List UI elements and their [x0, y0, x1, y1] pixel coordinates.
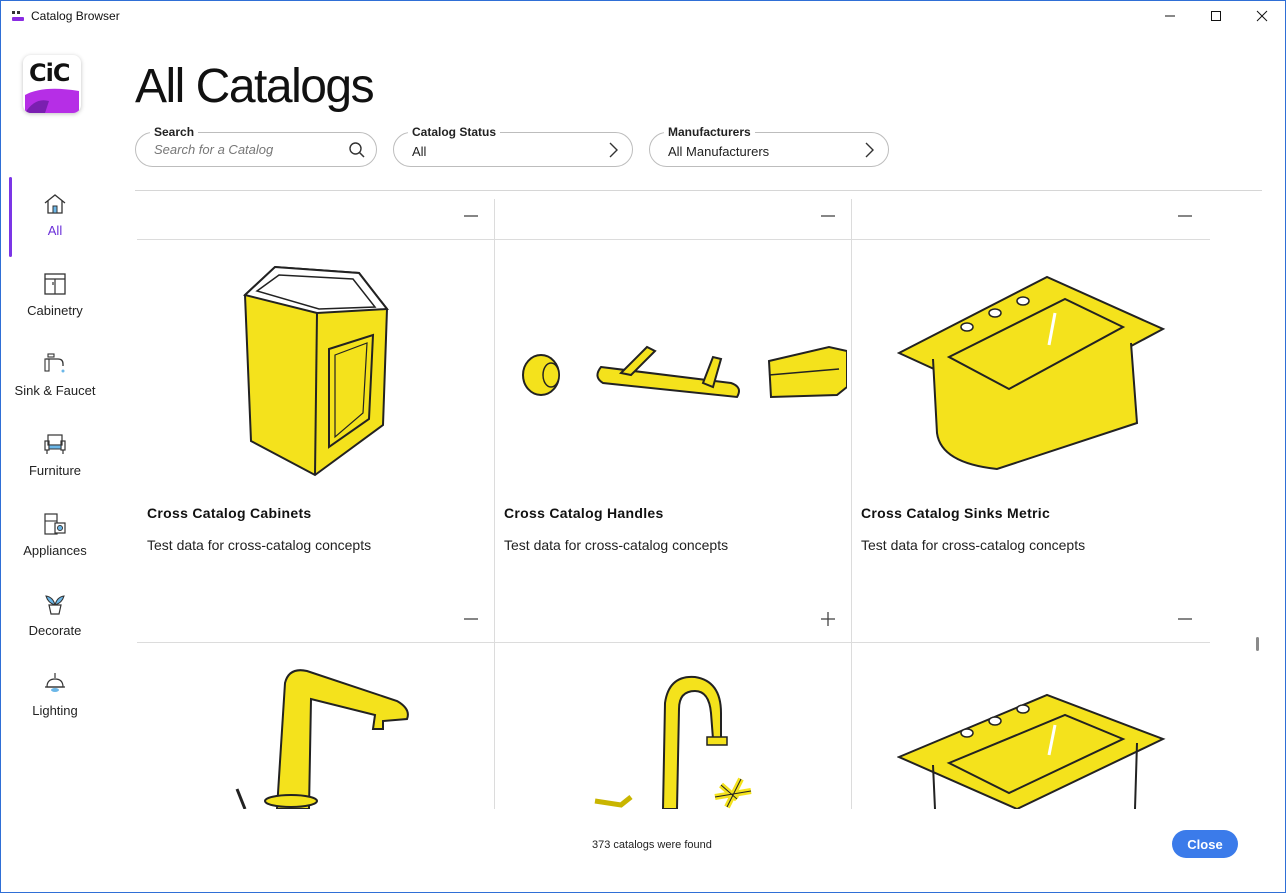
minimize-button[interactable]: [1147, 1, 1193, 31]
sink-illustration: [897, 275, 1166, 471]
sidebar-item-cabinetry[interactable]: Cabinetry: [1, 257, 109, 337]
collapse-icon[interactable]: [463, 611, 479, 627]
manufacturers-label: Manufacturers: [664, 125, 755, 139]
maximize-button[interactable]: [1193, 1, 1239, 31]
cabinet-icon: [44, 273, 66, 295]
header-divider: [135, 190, 1262, 191]
card-description: Test data for cross-catalog concepts: [504, 537, 729, 553]
search-field: Search: [135, 125, 377, 167]
sidebar-item-sink-faucet[interactable]: Sink & Faucet: [1, 337, 109, 417]
sink-illustration: [897, 693, 1166, 809]
close-window-button[interactable]: [1239, 1, 1285, 31]
card-description: Test data for cross-catalog concepts: [147, 537, 372, 553]
collapse-icon[interactable]: [463, 208, 479, 224]
faucet-illustration: [235, 669, 409, 809]
results-count: 373 catalogs were found: [592, 839, 712, 851]
collapse-icon[interactable]: [820, 208, 836, 224]
cic-logo: CiC: [23, 55, 81, 113]
window-title: Catalog Browser: [31, 9, 120, 23]
search-input[interactable]: [154, 142, 334, 157]
home-icon: [44, 194, 66, 214]
lamp-icon: [45, 673, 65, 692]
sidebar-item-decorate[interactable]: Decorate: [1, 577, 109, 657]
card-title: Cross Catalog Sinks Metric: [861, 505, 1051, 521]
sidebar-item-appliances[interactable]: Appliances: [1, 497, 109, 577]
chevron-right-icon: [609, 142, 618, 158]
manufacturers-select[interactable]: Manufacturers All Manufacturers: [649, 125, 889, 167]
faucet-icon: [44, 353, 65, 373]
sidebar-item-label: Sink & Faucet: [14, 383, 96, 398]
grid-divider: [137, 239, 1210, 240]
manufacturers-value: All Manufacturers: [668, 144, 770, 159]
sidebar-item-label: Furniture: [28, 463, 82, 478]
grid-divider: [851, 199, 852, 809]
page-title: All Catalogs: [135, 60, 375, 113]
logo-text: CiC: [29, 59, 70, 87]
close-button[interactable]: Close: [1172, 830, 1238, 858]
window-controls: [1147, 1, 1285, 31]
search-icon[interactable]: [348, 141, 366, 159]
collapse-icon[interactable]: [1177, 611, 1193, 627]
card-description: Test data for cross-catalog concepts: [861, 537, 1086, 553]
chevron-right-icon: [865, 142, 874, 158]
handles-illustration: [522, 345, 847, 399]
maximize-icon: [1211, 11, 1221, 21]
sidebar-item-label: Cabinetry: [27, 303, 83, 318]
grid-divider: [137, 642, 1210, 643]
scrollbar-thumb[interactable]: [1256, 637, 1259, 651]
armchair-icon: [44, 434, 66, 454]
catalog-browser-window: Catalog Browser CiC All Cabinetry Sink &…: [0, 0, 1286, 893]
sidebar-item-furniture[interactable]: Furniture: [1, 417, 109, 497]
catalog-status-value: All: [412, 144, 427, 159]
card-title: Cross Catalog Handles: [504, 505, 664, 521]
sidebar: CiC All Cabinetry Sink & Faucet Furnitur…: [1, 31, 109, 891]
search-label: Search: [150, 125, 199, 139]
grid-divider: [494, 199, 495, 809]
sidebar-item-label: Lighting: [32, 703, 78, 718]
catalog-status-label: Catalog Status: [408, 125, 501, 139]
sidebar-item-label: Decorate: [28, 623, 82, 638]
faucet-illustration: [594, 675, 752, 809]
appliance-icon: [44, 513, 66, 535]
sidebar-item-label: Appliances: [23, 543, 87, 558]
app-icon: [12, 11, 24, 21]
plant-icon: [45, 595, 65, 615]
sidebar-item-all[interactable]: All: [1, 177, 109, 257]
card-title: Cross Catalog Cabinets: [147, 505, 312, 521]
collapse-icon[interactable]: [1177, 208, 1193, 224]
minimize-icon: [1165, 15, 1175, 17]
close-icon: [1256, 10, 1268, 22]
catalog-grid: Cross Catalog Cabinets Test data for cro…: [137, 199, 1210, 809]
catalog-status-select[interactable]: Catalog Status All: [393, 125, 633, 167]
expand-icon[interactable]: [820, 611, 836, 627]
sidebar-item-label: All: [47, 223, 63, 238]
cabinet-illustration: [242, 265, 389, 477]
title-bar: Catalog Browser: [1, 1, 1285, 31]
sidebar-item-lighting[interactable]: Lighting: [1, 657, 109, 737]
